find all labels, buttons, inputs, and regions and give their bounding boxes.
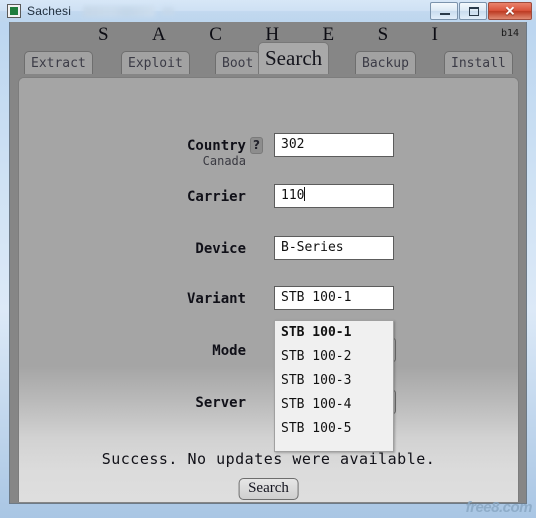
country-row: Country ? Canada 302 <box>19 133 518 168</box>
country-resolved-name: Canada <box>202 154 246 168</box>
search-button[interactable]: Search <box>238 478 299 500</box>
question-mark-icon[interactable]: ? <box>250 137 263 154</box>
server-row: Server <box>19 390 518 416</box>
variant-option[interactable]: STB 100-4 <box>275 393 393 417</box>
text-caret <box>304 187 306 201</box>
carrier-label: Carrier <box>186 189 246 205</box>
variant-combo[interactable]: STB 100-1 <box>274 286 394 310</box>
variant-option[interactable]: STB 100-3 <box>275 369 393 393</box>
device-row: Device B-Series <box>19 236 518 262</box>
maximize-icon <box>469 7 479 16</box>
brand-letter: C <box>209 24 222 45</box>
maximize-button[interactable] <box>459 2 487 20</box>
window-title: Sachesi <box>27 4 72 18</box>
brand-letter: I <box>431 24 438 45</box>
status-message: Success. No updates were available. <box>101 450 436 468</box>
tab-exploit[interactable]: Exploit <box>121 51 190 74</box>
title-blurred-text-2 <box>162 7 175 15</box>
country-input[interactable]: 302 <box>274 133 394 157</box>
variant-option[interactable]: STB 100-2 <box>275 345 393 369</box>
server-label: Server <box>195 395 246 411</box>
search-panel: Country ? Canada 302 Carrier 110 Device … <box>18 77 519 502</box>
device-combo[interactable]: B-Series <box>274 236 394 260</box>
mode-row: Mode <box>19 338 518 364</box>
carrier-row: Carrier 110 <box>19 184 518 210</box>
version-label: b14 <box>500 28 519 39</box>
app-icon <box>7 4 21 18</box>
tab-install[interactable]: Install <box>444 51 513 74</box>
variant-dropdown-list[interactable]: STB 100-1 STB 100-2 STB 100-3 STB 100-4 … <box>274 320 394 452</box>
title-bar[interactable]: Sachesi ✕ <box>0 0 536 22</box>
application-window: Sachesi ✕ S A C H E S I b14 Extract Expl… <box>0 0 536 510</box>
variant-option[interactable]: STB 100-1 <box>275 321 393 345</box>
watermark: free8.com <box>465 499 533 516</box>
carrier-input[interactable]: 110 <box>274 184 394 208</box>
tab-search[interactable]: Search <box>258 42 330 74</box>
variant-label: Variant <box>186 291 246 307</box>
brand-letter: A <box>152 24 166 45</box>
window-controls: ✕ <box>429 2 532 20</box>
minimize-button[interactable] <box>430 2 458 20</box>
tab-boot[interactable]: Boot <box>215 51 261 74</box>
tab-bar: Extract Exploit Boot Search Backup Insta… <box>10 42 526 74</box>
tab-backup[interactable]: Backup <box>355 51 416 74</box>
brand-letter: S <box>98 24 109 45</box>
device-label: Device <box>195 241 246 257</box>
tab-extract[interactable]: Extract <box>24 51 93 74</box>
close-button[interactable]: ✕ <box>488 2 532 20</box>
brand-letter: S <box>377 24 389 45</box>
carrier-input-value: 110 <box>281 188 305 203</box>
app-body: S A C H E S I b14 Extract Exploit Boot S… <box>9 22 527 504</box>
variant-row: Variant STB 100-1 STB 100-1 STB 100-2 ST… <box>19 286 518 452</box>
mode-label: Mode <box>212 343 246 359</box>
minimize-icon <box>440 13 450 15</box>
variant-option[interactable]: STB 100-5 <box>275 417 393 441</box>
title-blurred-text <box>83 5 156 17</box>
close-icon: ✕ <box>504 3 516 19</box>
